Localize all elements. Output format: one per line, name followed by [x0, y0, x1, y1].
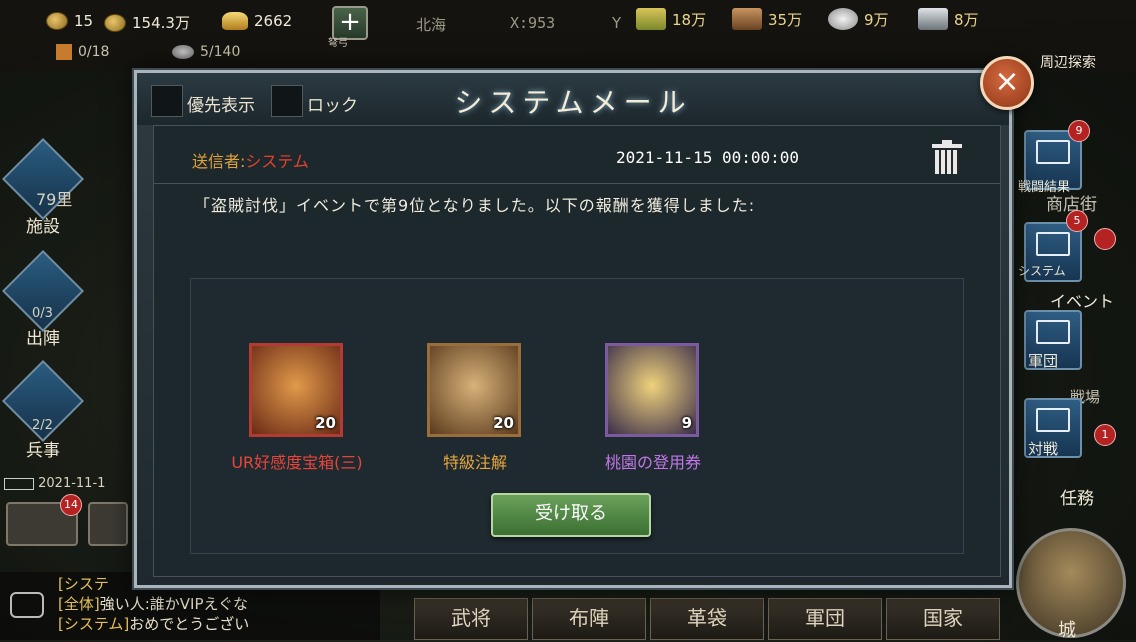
sender-line: 送信者:システム: [192, 148, 309, 172]
mail-badge: 14: [60, 494, 82, 516]
trash-lid: [932, 144, 962, 148]
stone-resource[interactable]: 9万: [828, 8, 889, 30]
versus-mail-label: 対戦: [1028, 440, 1059, 458]
mail-meta-row: 送信者:システム 2021-11-15 00:00:00: [154, 126, 1000, 184]
annotation-scroll-name: 特級注解: [442, 453, 507, 472]
coin-stack-icon: [104, 13, 126, 32]
resource-bar: 15 154.3万 2662 + 弩弓 北海 X:953 Y 18万 35万 9…: [0, 0, 1136, 72]
close-icon[interactable]: ×: [980, 56, 1034, 110]
add-resource-sublabel: 弩弓: [328, 38, 348, 49]
chat-line: [全体]強い人:誰かVIPえぐな: [58, 594, 380, 614]
recruit-ticket-item[interactable]: 9: [605, 343, 699, 437]
chat-bubble-icon[interactable]: [10, 592, 44, 618]
tab-generals[interactable]: 武将: [414, 598, 528, 640]
dialog-header: 優先表示 ロック システムメール: [137, 73, 1009, 125]
mail-body: 「盗賊討伐」イベントで第9位となりました。以下の報酬を獲得しました:: [194, 196, 756, 215]
envelope-icon: [1036, 140, 1070, 164]
coin-value: 154.3万: [132, 14, 190, 32]
grain-value: 18万: [672, 10, 707, 29]
battery-icon: [4, 477, 34, 490]
iron-icon: [918, 8, 948, 30]
treasure-chest-name: UR好感度宝箱(三): [231, 453, 363, 472]
coin-icon: [46, 12, 68, 30]
coin-resource-partial: 15: [46, 12, 93, 30]
troop-capacity: 0/18: [56, 44, 109, 60]
tab-formation[interactable]: 布陣: [532, 598, 646, 640]
corps-mail-label: 軍団: [1028, 352, 1059, 370]
envelope-icon: [1036, 408, 1070, 432]
treasure-chest-item[interactable]: 20: [249, 343, 343, 437]
stone-value: 9万: [864, 10, 889, 29]
reward-box: 20 UR好感度宝箱(三) 20 特級注解 9 桃園の登用券 受け取る: [190, 278, 964, 554]
wood-icon: [732, 8, 762, 30]
item-count: 20: [493, 414, 514, 432]
x-coordinate: X:953: [510, 14, 556, 32]
annotation-scroll-item[interactable]: 20: [427, 343, 521, 437]
sender-name: システム: [245, 152, 309, 171]
grain-resource[interactable]: 18万: [636, 8, 706, 30]
ore-icon: [172, 45, 194, 59]
chat-channel-tag: [システ: [58, 575, 109, 593]
item-count: 9: [681, 414, 692, 432]
tab-corps[interactable]: 軍団: [768, 598, 882, 640]
system-mail-dialog: 優先表示 ロック システムメール 送信者:システム 2021-11-15 00:…: [134, 70, 1012, 588]
distance-label: 79里: [36, 190, 73, 209]
troop-capacity-value: 0/18: [78, 44, 110, 60]
event-label[interactable]: イベント: [1050, 288, 1114, 312]
stone-slots-value: 5/140: [200, 44, 241, 60]
mission-label[interactable]: 任務: [1060, 484, 1094, 509]
system-mail-badge: 5: [1066, 210, 1088, 232]
chat-message: おめでとうござい: [129, 615, 250, 633]
soldier-label: 兵事: [26, 441, 60, 461]
versus-badge: 1: [1094, 424, 1116, 446]
facility-label: 施設: [26, 217, 60, 237]
dialog-title: システムメール: [454, 86, 692, 119]
iron-value: 8万: [954, 10, 979, 29]
mail-date: 2021-11-15 00:00:00: [616, 148, 800, 167]
iron-resource[interactable]: 8万: [918, 8, 979, 30]
chat-message: 強い人:誰かVIPえぐな: [99, 595, 249, 613]
gold-ingot-icon: [222, 12, 248, 30]
soldier-count: 2/2: [32, 418, 53, 433]
secondary-left-button[interactable]: [88, 502, 128, 546]
location-name: 北海: [416, 16, 447, 34]
trash-icon[interactable]: [932, 140, 962, 174]
sortie-count: 0/3: [32, 306, 53, 321]
gold-resource[interactable]: 2662: [222, 12, 292, 30]
coin-resource[interactable]: 154.3万: [104, 12, 190, 33]
recruit-ticket-name: 桃園の登用券: [604, 453, 701, 472]
mail-content-panel: 送信者:システム 2021-11-15 00:00:00 「盗賊討伐」イベントで…: [153, 125, 1001, 577]
explore-label[interactable]: 周辺探索: [1040, 52, 1096, 72]
tab-bag[interactable]: 革袋: [650, 598, 764, 640]
event-alert-dot: [1094, 228, 1116, 250]
city-label: 城: [1058, 620, 1076, 641]
left-timestamp: 2021-11-1: [4, 476, 105, 491]
system-mail-label: システム: [1018, 264, 1066, 278]
left-timestamp-text: 2021-11-1: [38, 476, 106, 491]
wood-value: 35万: [768, 10, 803, 29]
chat-line: [システム]おめでとうござい: [58, 614, 380, 634]
gold-value: 2662: [254, 12, 293, 30]
chat-channel-tag: [全体]: [58, 595, 100, 613]
sortie-label: 出陣: [26, 329, 60, 349]
banner-icon: [56, 44, 72, 60]
coin-partial-value: 15: [74, 12, 94, 30]
chat-channel-tag: [システム]: [58, 615, 130, 633]
tab-nation[interactable]: 国家: [886, 598, 1000, 640]
sender-prefix: 送信者:: [192, 152, 246, 171]
stone-slots: 5/140: [172, 44, 240, 60]
battle-result-badge: 9: [1068, 120, 1090, 142]
item-count: 20: [315, 414, 336, 432]
trash-can: [935, 150, 959, 174]
envelope-gear-icon: [1036, 232, 1070, 256]
envelope-icon: [1036, 320, 1070, 344]
stone-icon: [828, 8, 858, 30]
wood-resource[interactable]: 35万: [732, 8, 802, 30]
y-coordinate: Y: [612, 14, 622, 32]
claim-button[interactable]: 受け取る: [491, 493, 651, 537]
grain-icon: [636, 8, 666, 30]
